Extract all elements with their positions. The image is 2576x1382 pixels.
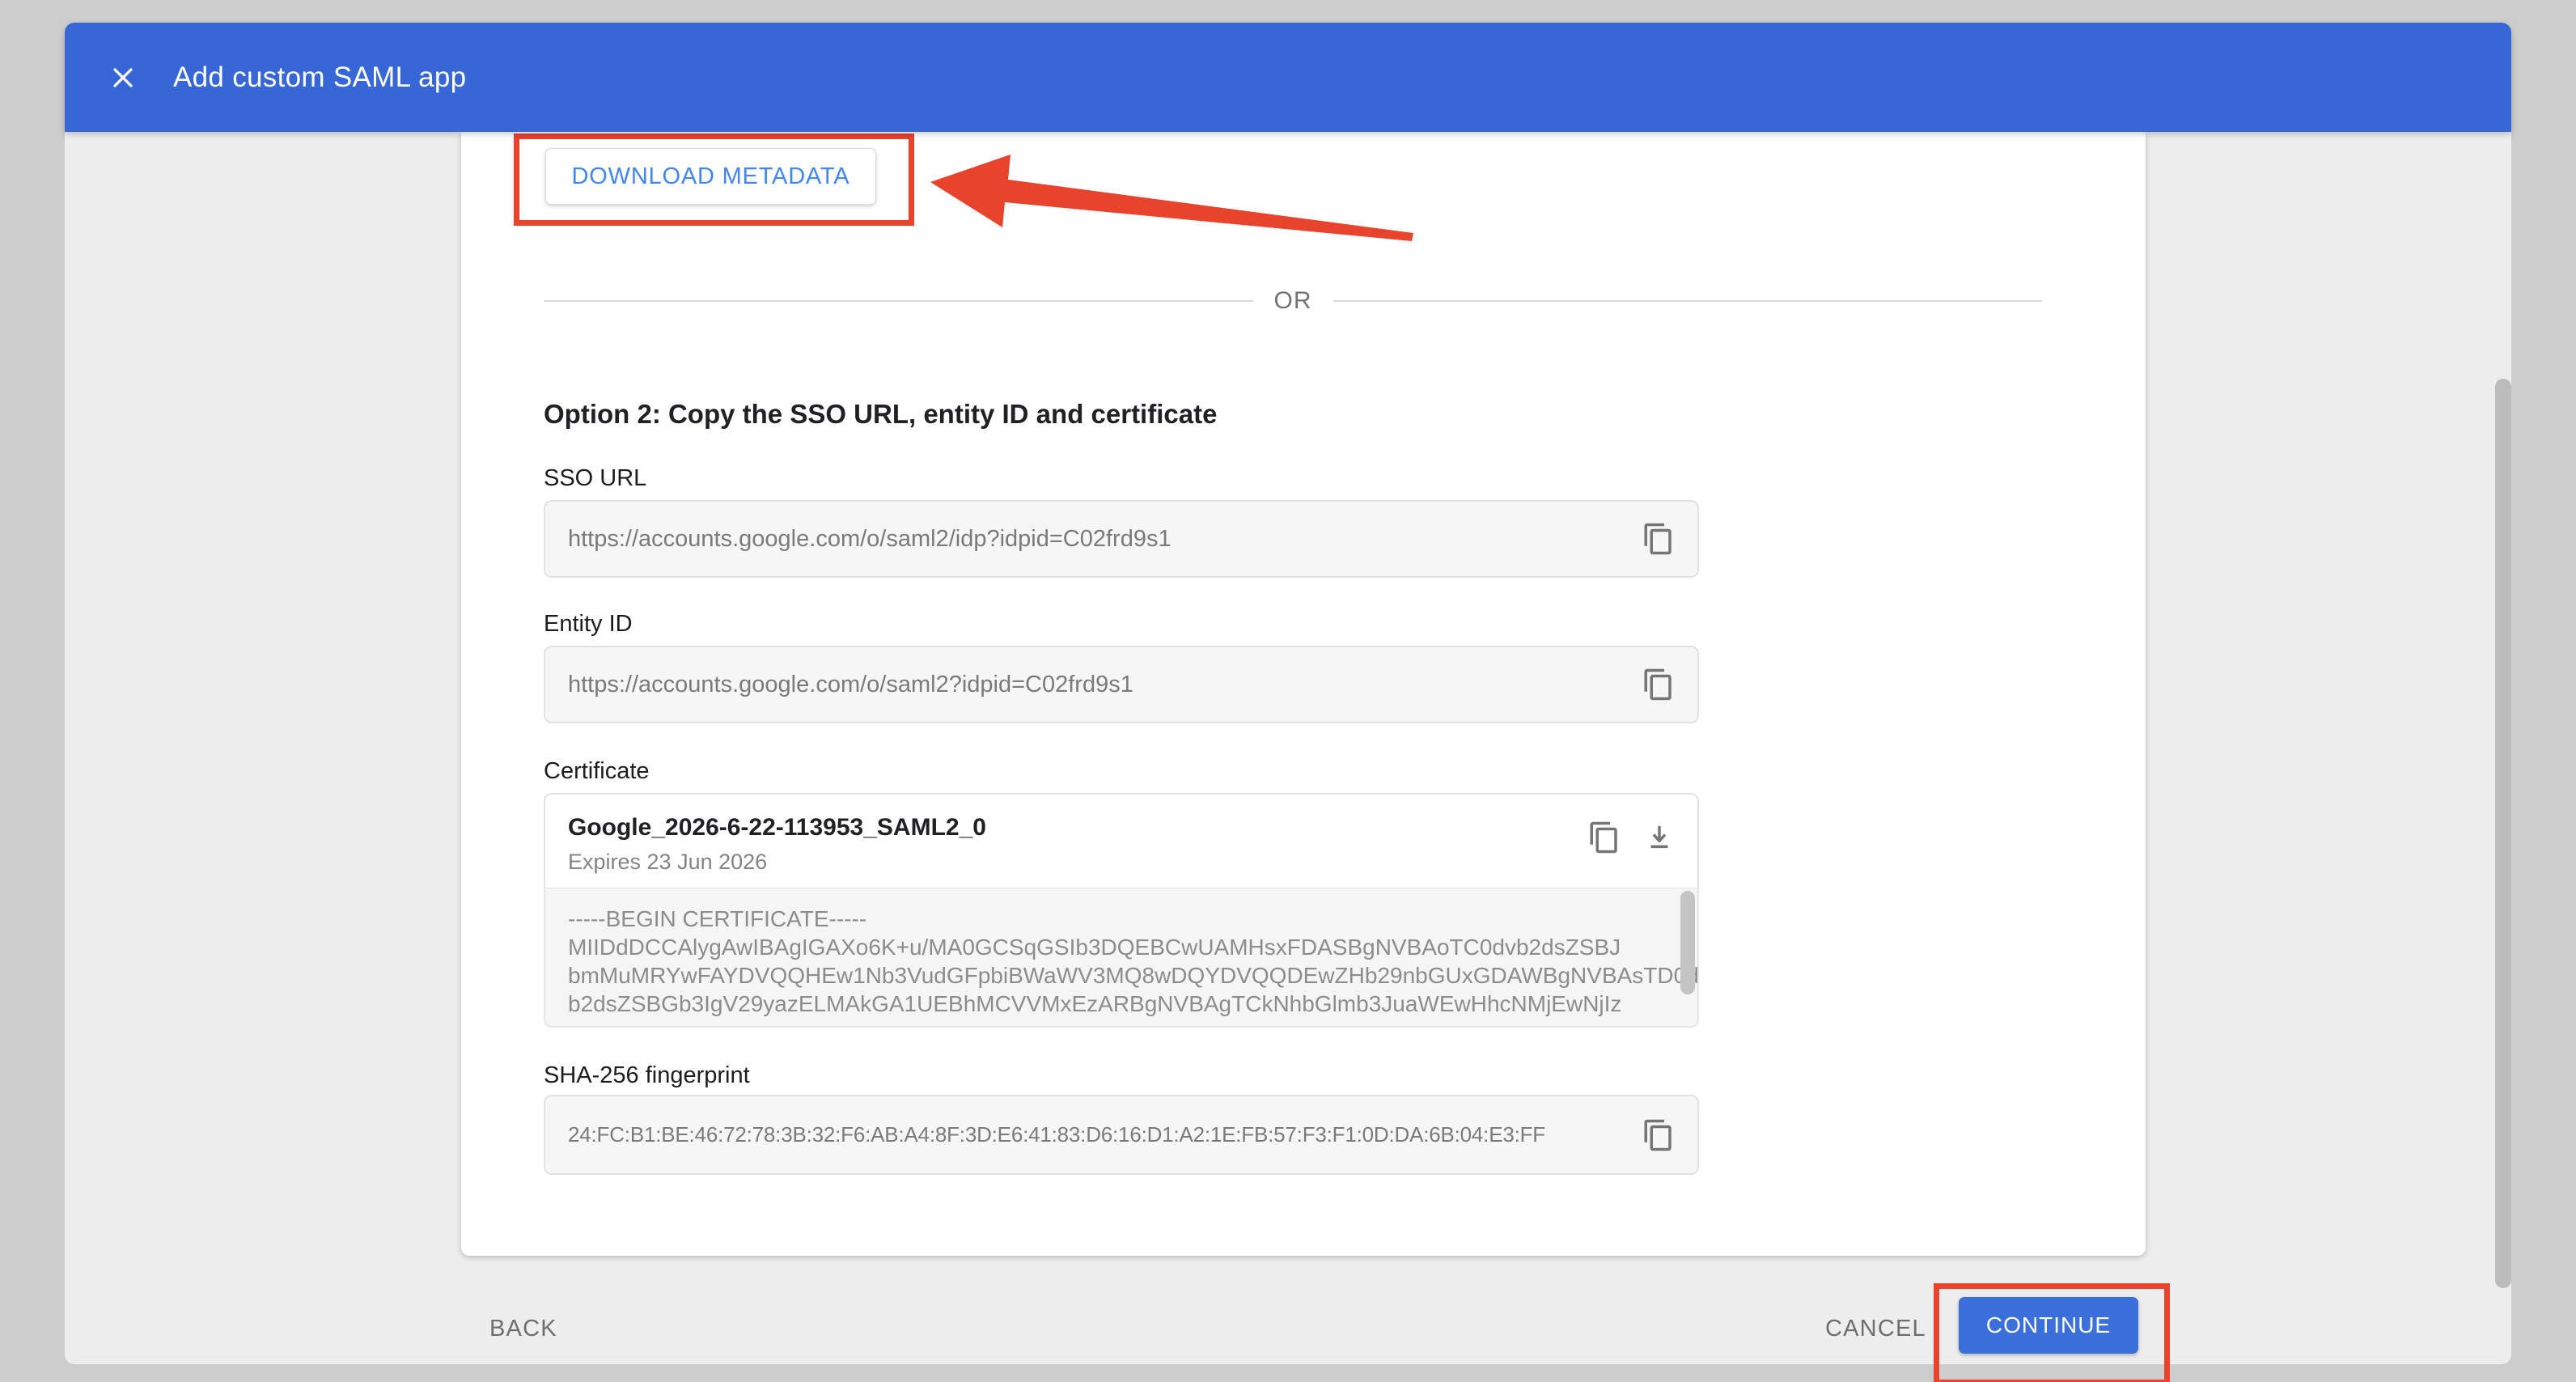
or-divider-line-left: [544, 300, 1253, 302]
close-icon[interactable]: [105, 60, 141, 95]
certificate-label: Certificate: [544, 758, 650, 785]
copy-sha256-button[interactable]: [1641, 1116, 1676, 1155]
sso-url-value: https://accounts.google.com/o/saml2/idp?…: [568, 526, 1641, 553]
entity-id-value: https://accounts.google.com/o/saml2?idpi…: [568, 672, 1641, 698]
sso-url-field: https://accounts.google.com/o/saml2/idp?…: [544, 500, 1699, 578]
option2-heading: Option 2: Copy the SSO URL, entity ID an…: [544, 399, 1217, 430]
sso-url-label: SSO URL: [544, 465, 646, 492]
certificate-line: bmMuMRYwFAYDVQQHEw1Nb3VudGFpbiBWaWV3MQ8w…: [568, 961, 1697, 990]
certificate-name: Google_2026-6-22-113953_SAML2_0: [568, 814, 986, 841]
content-copy-icon: [1642, 1118, 1676, 1152]
entity-id-label: Entity ID: [544, 611, 633, 638]
certificate-card-header: Google_2026-6-22-113953_SAML2_0 Expires …: [544, 793, 1699, 888]
entity-id-field: https://accounts.google.com/o/saml2?idpi…: [544, 646, 1699, 723]
certificate-line: b2dsZSBGb3IgV29yazELMAkGA1UEBhMCVVMxEzAR…: [568, 990, 1697, 1018]
certificate-expiry: Expires 23 Jun 2026: [568, 850, 767, 875]
sha256-fingerprint-field: 24:FC:B1:BE:46:72:78:3B:32:F6:AB:A4:8F:3…: [544, 1095, 1699, 1175]
sha256-fingerprint-label: SHA-256 fingerprint: [544, 1062, 750, 1089]
download-icon: [1642, 820, 1676, 854]
copy-certificate-button[interactable]: [1587, 820, 1623, 859]
annotation-box-download-metadata: [514, 134, 914, 226]
certificate-line: MIIDdDCCAlygAwIBAgIGAXo6K+u/MA0GCSqGSIb3…: [568, 933, 1697, 961]
add-custom-saml-app-dialog: Add custom SAML app DOWNLOAD METADATA OR…: [65, 23, 2511, 1364]
certificate-scrollbar[interactable]: [1680, 891, 1695, 994]
content-copy-icon: [1642, 668, 1676, 702]
certificate-text: -----BEGIN CERTIFICATE----- MIIDdDCCAlyg…: [568, 905, 1697, 1018]
or-label: OR: [1253, 287, 1333, 315]
or-divider-line-right: [1333, 300, 2043, 302]
annotation-box-continue: [1934, 1283, 2170, 1382]
copy-sso-url-button[interactable]: [1641, 519, 1676, 558]
certificate-line: -----BEGIN CERTIFICATE-----: [568, 905, 1697, 933]
dialog-title: Add custom SAML app: [173, 61, 466, 94]
content-copy-icon: [1587, 820, 1621, 854]
copy-entity-id-button[interactable]: [1641, 665, 1676, 704]
dialog-header: Add custom SAML app: [65, 23, 2511, 132]
page-background: Add custom SAML app DOWNLOAD METADATA OR…: [0, 0, 2576, 1382]
content-card: DOWNLOAD METADATA OR Option 2: Copy the …: [461, 132, 2146, 1256]
close-x-glyph: [107, 61, 139, 94]
annotation-arrow: [916, 148, 1417, 245]
cancel-button[interactable]: CANCEL: [1825, 1316, 1926, 1342]
back-button[interactable]: BACK: [489, 1316, 557, 1342]
content-copy-icon: [1642, 522, 1676, 556]
certificate-card: Google_2026-6-22-113953_SAML2_0 Expires …: [544, 793, 1699, 1028]
certificate-body: -----BEGIN CERTIFICATE----- MIIDdDCCAlyg…: [544, 888, 1699, 1028]
sha256-fingerprint-value: 24:FC:B1:BE:46:72:78:3B:32:F6:AB:A4:8F:3…: [568, 1122, 1641, 1147]
or-divider: OR: [544, 286, 2042, 316]
page-scrollbar[interactable]: [2495, 379, 2511, 1288]
download-certificate-button[interactable]: [1642, 820, 1678, 859]
